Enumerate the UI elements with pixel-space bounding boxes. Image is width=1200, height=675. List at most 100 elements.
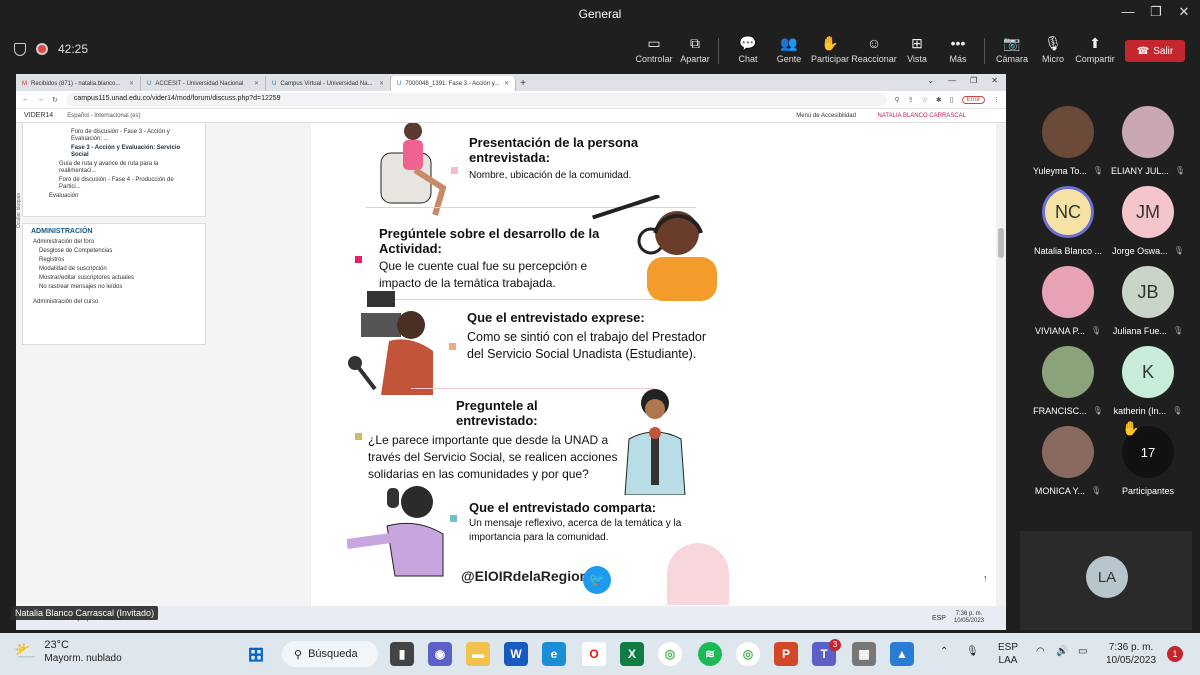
participant-tile[interactable]: VIVIANA P... 🎙 — [1028, 266, 1108, 336]
leave-button[interactable]: ☎ Salir — [1125, 40, 1185, 62]
chevron-up-icon[interactable]: ⌃ — [940, 645, 948, 658]
section-express: Que el entrevistado exprese: Como se sin… — [467, 310, 725, 363]
sidepanel-icon[interactable]: ▯ — [950, 96, 954, 104]
raise-hand-button[interactable]: ✋ Participar — [805, 34, 855, 64]
browser-tab[interactable]: U ACCESIT - Universidad Nacional ✕ — [141, 76, 266, 91]
nav-item[interactable]: Evaluación — [31, 193, 197, 200]
admin-block: ADMINISTRACIÓN Administración del foro D… — [22, 223, 206, 345]
notification-badge[interactable]: 1 — [1167, 646, 1183, 662]
participant-tile[interactable]: JM Jorge Oswa... 🎙 — [1108, 186, 1188, 256]
admin-item[interactable]: Mostrar/editar suscriptores actuales — [31, 275, 197, 282]
avatar — [1042, 426, 1094, 478]
nav-item[interactable]: Guía de ruta y avance de ruta para la re… — [31, 161, 197, 175]
mic-off-icon[interactable]: 🎙 — [966, 645, 979, 658]
participant-tile[interactable]: Kkatherin (In... 🎙 — [1108, 346, 1188, 416]
excel-icon[interactable]: X — [620, 642, 644, 666]
meeting-toolbar: 42:25 ▭ Controlar ⧉ Apartar 💬 Chat 👥 Gente ✋… — [0, 28, 1200, 72]
taskbar-search[interactable]: ⚲ Búsqueda — [282, 641, 378, 667]
mic-off-icon: 🎙 — [1172, 406, 1183, 415]
word-icon[interactable]: W — [504, 642, 528, 666]
language-selector[interactable]: Español - Internacional (es) — [67, 113, 140, 119]
address-bar-row: ← → ↻ campus115.unad.edu.co/vider14/mod/… — [16, 91, 1006, 109]
site-brand[interactable]: VIDER14 — [24, 112, 53, 119]
menu-icon[interactable]: ⋮ — [993, 96, 1000, 104]
participant-tile[interactable]: MONICA Y... 🎙 — [1028, 426, 1108, 496]
bullet-square — [355, 433, 362, 440]
chevron-down-icon[interactable]: ⌄ — [927, 76, 934, 85]
language-indicator[interactable]: ESP LAA — [998, 641, 1018, 667]
course-admin[interactable]: Administración del curso — [31, 299, 197, 306]
powerpoint-icon[interactable]: P — [774, 642, 798, 666]
participants-count-tile[interactable]: 17 Participantes ✋ — [1108, 420, 1188, 496]
social-handle: @ElOIRdelaRegion — [461, 568, 589, 584]
browser-tab[interactable]: U Campus Virtual - Universidad Na... ✕ — [266, 76, 391, 91]
maximize-button[interactable]: ❐ — [1146, 4, 1166, 20]
admin-group[interactable]: Administración del foro — [31, 239, 197, 246]
participant-tile[interactable]: Yuleyma To... 🎙 — [1028, 106, 1108, 176]
close-button[interactable]: ✕ — [991, 76, 998, 85]
star-icon[interactable]: ☆ — [922, 96, 928, 104]
calculator-icon[interactable]: ▦ — [852, 642, 876, 666]
bullet-square — [449, 343, 456, 350]
url-field[interactable]: campus115.unad.edu.co/vider14/mod/forum/… — [65, 93, 887, 106]
admin-item[interactable]: Modalidad de suscripción — [31, 266, 197, 273]
photos-icon[interactable]: ▲ — [890, 642, 914, 666]
start-button[interactable]: ⊞ — [244, 642, 268, 666]
participant-tile[interactable]: NC Natalia Blanco ... — [1028, 186, 1108, 256]
zoom-icon[interactable]: ⚲ — [895, 96, 900, 104]
shared-lang: ESP — [931, 614, 946, 622]
mic-off-icon: 🎙 — [1172, 326, 1184, 335]
browser-tab[interactable]: M Recibidos (871) - natalia.blanco... ✕ — [16, 76, 141, 91]
section-activity: Pregúntele sobre el desarrollo de la Act… — [379, 226, 624, 292]
reload-icon[interactable]: ↻ — [52, 96, 58, 104]
teams-chat-icon[interactable]: ◉ — [428, 642, 452, 666]
scrollbar[interactable] — [996, 123, 1006, 606]
user-menu[interactable]: NATALIA BLANCO CARRASCAL — [878, 113, 966, 119]
minimize-button[interactable]: — — [948, 76, 956, 85]
edge-icon[interactable]: e — [542, 642, 566, 666]
share-button[interactable]: ⬆ Compartir — [1070, 34, 1120, 64]
participant-tile[interactable]: FRANCISC... 🎙 — [1028, 346, 1108, 416]
new-tab-button[interactable]: + — [516, 78, 530, 91]
chrome-icon[interactable]: ◎ — [658, 642, 682, 666]
extensions-icon[interactable]: ✱ — [936, 96, 942, 104]
participant-tile[interactable]: ELIANY JUL... 🎙 — [1108, 106, 1188, 176]
scroll-top-icon[interactable]: ↑ — [983, 573, 988, 583]
task-view-icon[interactable]: ▮ — [390, 642, 414, 666]
accessibility-menu[interactable]: Menú de Accesibilidad — [796, 113, 856, 119]
minimize-button[interactable]: — — [1118, 4, 1138, 19]
wifi-icon[interactable]: ◠ — [1036, 645, 1045, 658]
back-icon[interactable]: ← — [22, 96, 29, 103]
section-interviewee: Presentación de la persona entrevistada:… — [469, 135, 669, 184]
nav-item[interactable]: Foro de discusión - Fase 4 - Producción … — [31, 177, 197, 191]
moodle-page: Ocultar bloques Foro de discusión - Fase… — [16, 123, 1006, 606]
nav-item-current[interactable]: Fase 3 - Acción y Evaluación: Servicio S… — [31, 145, 197, 159]
popout-button[interactable]: ⧉ Apartar — [670, 34, 720, 64]
more-button[interactable]: ••• Más — [933, 34, 983, 64]
weather-widget[interactable]: ⛅ 23°C Mayorm. nublado — [14, 639, 122, 664]
file-explorer-icon[interactable]: ▬ — [466, 642, 490, 666]
nav-item[interactable]: Foro de discusión - Fase 3 - Acción y Ev… — [31, 129, 197, 143]
decorative-shape — [667, 543, 729, 605]
forward-icon[interactable]: → — [37, 96, 44, 103]
avatar — [1042, 266, 1094, 318]
admin-item[interactable]: Desglose de Competencias — [31, 248, 197, 255]
close-button[interactable]: ✕ — [1174, 4, 1194, 20]
chrome-profile-icon[interactable]: ◎ — [736, 642, 760, 666]
share-icon[interactable]: ⇪ — [908, 96, 914, 104]
volume-icon[interactable]: 🔊 — [1056, 645, 1068, 658]
admin-item[interactable]: Registros — [31, 257, 197, 264]
battery-icon[interactable]: ▭ — [1078, 645, 1087, 658]
browser-tab-active[interactable]: U 7000048_1391: Fase 3 - Acción y... ✕ — [391, 76, 516, 91]
participant-tile[interactable]: JB Juliana Fue... 🎙 — [1108, 266, 1188, 336]
section-text: Nombre, ubicación de la comunidad. — [469, 170, 632, 181]
error-badge[interactable]: Error — [961, 95, 985, 104]
admin-item[interactable]: No rastrear mensajes no leídos — [31, 284, 197, 291]
maximize-button[interactable]: ❐ — [970, 76, 977, 85]
spotify-icon[interactable]: ≋ — [698, 642, 722, 666]
clock[interactable]: 7:36 p. m. 10/05/2023 — [1100, 641, 1162, 667]
meeting-timer: 42:25 — [58, 42, 89, 56]
twitter-icon: 🐦 — [583, 566, 611, 594]
opera-icon[interactable]: O — [582, 642, 606, 666]
section-question: Preguntele al entrevistado: ¿Le parece i… — [368, 398, 618, 483]
